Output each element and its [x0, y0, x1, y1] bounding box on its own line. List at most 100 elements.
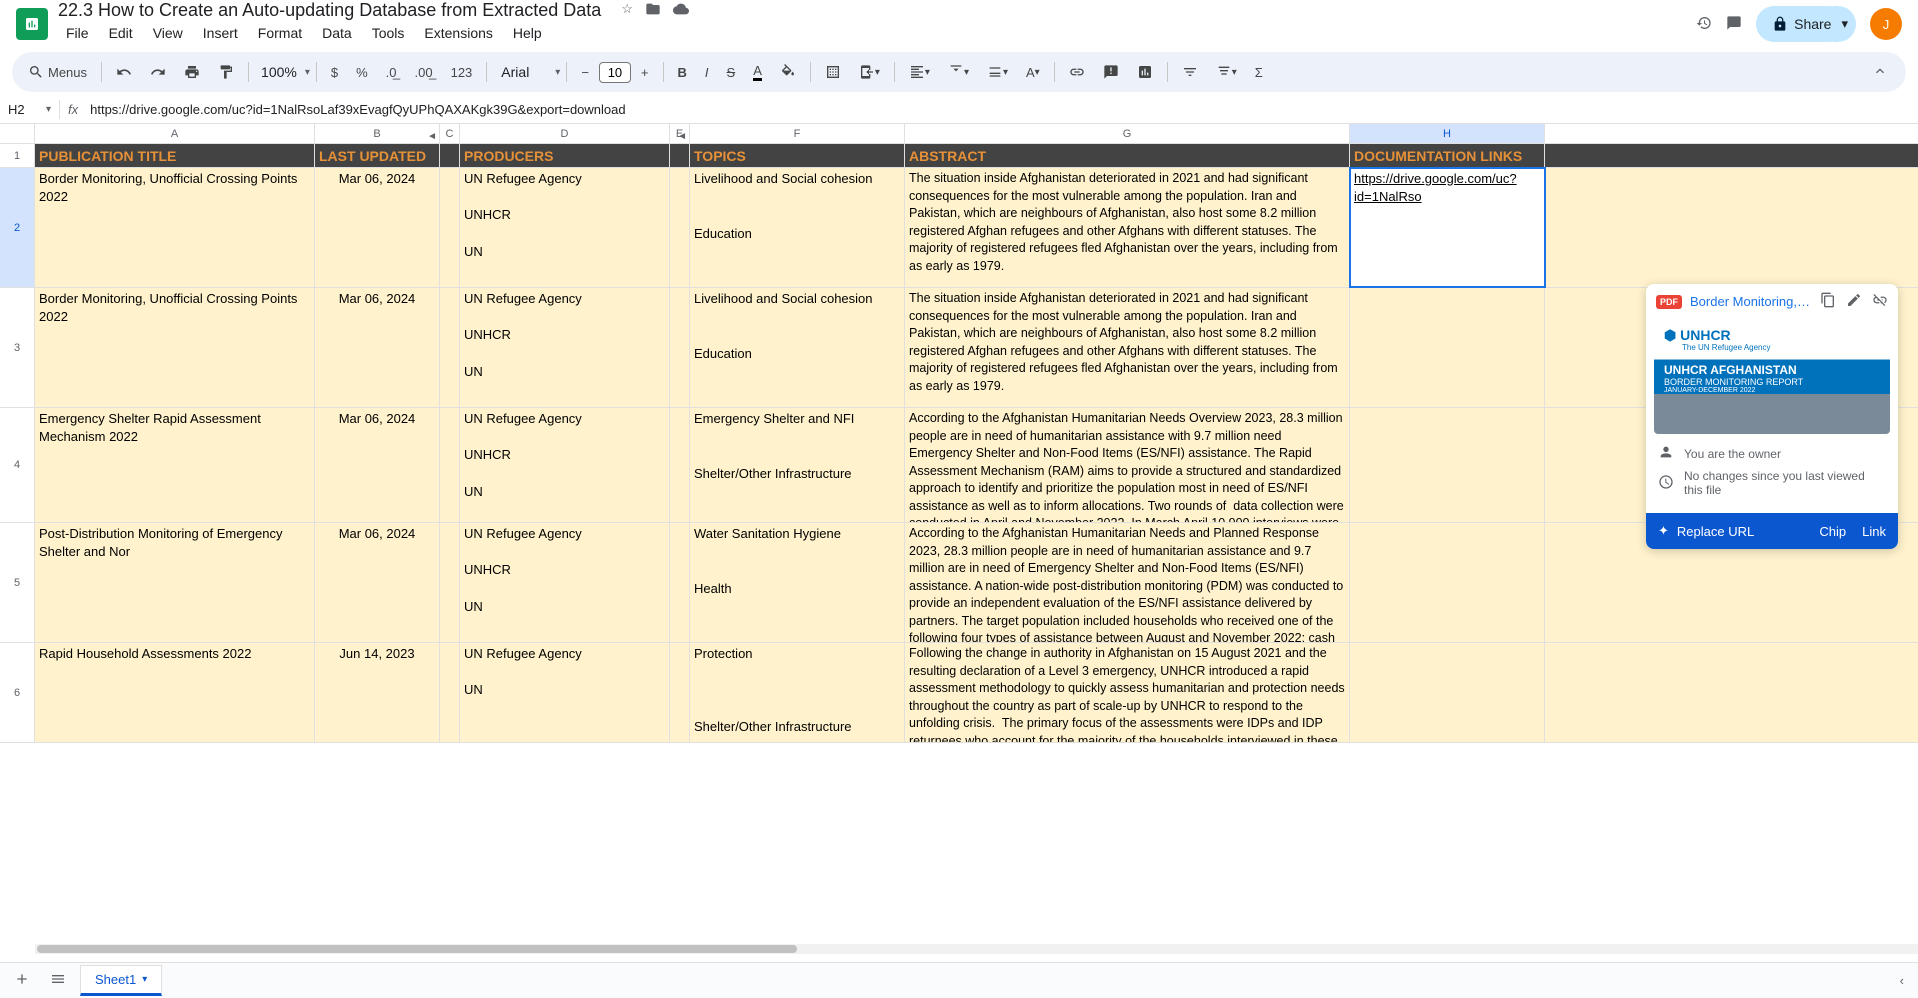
- filter-views-icon[interactable]: ▾: [1208, 58, 1245, 86]
- cell[interactable]: [1350, 408, 1545, 522]
- menu-edit[interactable]: Edit: [101, 21, 141, 45]
- undo-icon[interactable]: [108, 58, 140, 86]
- col-header-f[interactable]: F: [690, 124, 905, 143]
- sheets-logo[interactable]: [16, 8, 48, 40]
- name-box[interactable]: H2▾: [0, 100, 60, 119]
- cell[interactable]: UN Refugee Agency UNHCR UN: [460, 288, 670, 407]
- cell[interactable]: Post-Distribution Monitoring of Emergenc…: [35, 523, 315, 642]
- cell[interactable]: [1350, 288, 1545, 407]
- link-icon[interactable]: [1061, 58, 1093, 86]
- share-dropdown[interactable]: ▾: [1833, 6, 1856, 42]
- header-cell-a[interactable]: PUBLICATION TITLE: [35, 144, 315, 167]
- cell[interactable]: Border Monitoring, Unofficial Crossing P…: [35, 288, 315, 407]
- row-header[interactable]: 1: [0, 144, 35, 168]
- col-header-e[interactable]: E◄: [670, 124, 690, 143]
- merge-icon[interactable]: ▾: [851, 58, 888, 86]
- row-header[interactable]: 3: [0, 288, 35, 408]
- cell[interactable]: UN Refugee Agency UNHCR UN: [460, 408, 670, 522]
- decrease-font-icon[interactable]: −: [573, 59, 597, 86]
- menu-extensions[interactable]: Extensions: [416, 21, 500, 45]
- menu-file[interactable]: File: [58, 21, 97, 45]
- font-select[interactable]: Arial: [493, 60, 553, 84]
- cell[interactable]: Mar 06, 2024: [315, 168, 440, 287]
- italic-icon[interactable]: I: [697, 59, 717, 86]
- currency-icon[interactable]: $: [323, 59, 346, 86]
- row-header[interactable]: 2: [0, 168, 35, 288]
- comment-icon[interactable]: [1726, 15, 1742, 34]
- decrease-decimal-icon[interactable]: .0̲: [378, 59, 405, 86]
- align-icon[interactable]: ▾: [901, 58, 938, 86]
- menu-view[interactable]: View: [145, 21, 191, 45]
- menu-tools[interactable]: Tools: [364, 21, 413, 45]
- link-button[interactable]: Link: [1862, 524, 1886, 539]
- cell[interactable]: [1350, 643, 1545, 742]
- preview-title[interactable]: Border Monitoring, Unoffi...: [1690, 294, 1812, 309]
- wrap-icon[interactable]: ▾: [979, 58, 1016, 86]
- cloud-icon[interactable]: [673, 1, 689, 20]
- row-header[interactable]: 6: [0, 643, 35, 743]
- col-header-h[interactable]: H: [1350, 124, 1545, 143]
- row-header[interactable]: 5: [0, 523, 35, 643]
- valign-icon[interactable]: ▾: [940, 58, 977, 86]
- cell[interactable]: UN Refugee Agency UNHCR UN: [460, 168, 670, 287]
- header-cell-g[interactable]: ABSTRACT: [905, 144, 1350, 167]
- cell[interactable]: [440, 408, 460, 522]
- col-header-b[interactable]: B◄: [315, 124, 440, 143]
- cell[interactable]: Emergency Shelter and NFI Shelter/Other …: [690, 408, 905, 522]
- col-header-d[interactable]: D: [460, 124, 670, 143]
- print-icon[interactable]: [176, 58, 208, 86]
- select-all-corner[interactable]: [0, 124, 35, 143]
- font-size-input[interactable]: [599, 62, 631, 83]
- header-cell-d[interactable]: PRODUCERS: [460, 144, 670, 167]
- col-header-g[interactable]: G: [905, 124, 1350, 143]
- collapse-toolbar-icon[interactable]: [1862, 57, 1898, 88]
- unlink-icon[interactable]: [1872, 292, 1888, 311]
- cell[interactable]: Border Monitoring, Unofficial Crossing P…: [35, 168, 315, 287]
- doc-title[interactable]: 22.3 How to Create an Auto-updating Data…: [58, 0, 601, 21]
- search-menus[interactable]: Menus: [20, 58, 95, 86]
- star-icon[interactable]: ☆: [621, 1, 633, 20]
- borders-icon[interactable]: [817, 58, 849, 86]
- cell[interactable]: Livelihood and Social cohesion Education…: [690, 288, 905, 407]
- increase-decimal-icon[interactable]: .00̲: [407, 59, 441, 86]
- cell[interactable]: [440, 288, 460, 407]
- cell[interactable]: The situation inside Afghanistan deterio…: [905, 288, 1350, 407]
- insert-comment-icon[interactable]: [1095, 58, 1127, 86]
- header-cell-c[interactable]: [440, 144, 460, 167]
- cell[interactable]: [670, 643, 690, 742]
- cell[interactable]: Protection Shelter/Other Infrastructure: [690, 643, 905, 742]
- menu-insert[interactable]: Insert: [195, 21, 246, 45]
- cell[interactable]: Mar 06, 2024: [315, 408, 440, 522]
- cell[interactable]: Mar 06, 2024: [315, 523, 440, 642]
- strikethrough-icon[interactable]: S: [719, 59, 744, 86]
- cell[interactable]: Water Sanitation Hygiene Health Elderly …: [690, 523, 905, 642]
- zoom-select[interactable]: 100%: [255, 60, 303, 84]
- cell[interactable]: The situation inside Afghanistan deterio…: [905, 168, 1350, 287]
- increase-font-icon[interactable]: +: [633, 59, 657, 86]
- rotate-text-icon[interactable]: A▾: [1018, 59, 1048, 86]
- header-cell-f[interactable]: TOPICS: [690, 144, 905, 167]
- cell[interactable]: [670, 168, 690, 287]
- cell[interactable]: Mar 06, 2024: [315, 288, 440, 407]
- formula-bar[interactable]: https://drive.google.com/uc?id=1NalRsoLa…: [86, 100, 1918, 119]
- move-icon[interactable]: [645, 1, 661, 20]
- history-icon[interactable]: [1696, 15, 1712, 34]
- text-color-icon[interactable]: A: [745, 57, 770, 87]
- cell[interactable]: Jun 14, 2023: [315, 643, 440, 742]
- cell[interactable]: UN Refugee Agency UNHCR UN: [460, 523, 670, 642]
- cell[interactable]: [670, 408, 690, 522]
- row-header[interactable]: 4: [0, 408, 35, 523]
- cell[interactable]: According to the Afghanistan Humanitaria…: [905, 408, 1350, 522]
- avatar[interactable]: J: [1870, 8, 1902, 40]
- cell[interactable]: According to the Afghanistan Humanitaria…: [905, 523, 1350, 642]
- col-header-c[interactable]: C: [440, 124, 460, 143]
- cell[interactable]: UN Refugee Agency UN: [460, 643, 670, 742]
- cell[interactable]: [1350, 523, 1545, 642]
- cell[interactable]: Livelihood and Social cohesion Education…: [690, 168, 905, 287]
- sheet-tab[interactable]: Sheet1 ▾: [80, 965, 162, 996]
- cell[interactable]: [440, 523, 460, 642]
- cell[interactable]: [670, 523, 690, 642]
- percent-icon[interactable]: %: [348, 59, 376, 86]
- cell[interactable]: https://drive.google.com/uc?id=1NalRso: [1350, 168, 1545, 287]
- cell[interactable]: Following the change in authority in Afg…: [905, 643, 1350, 742]
